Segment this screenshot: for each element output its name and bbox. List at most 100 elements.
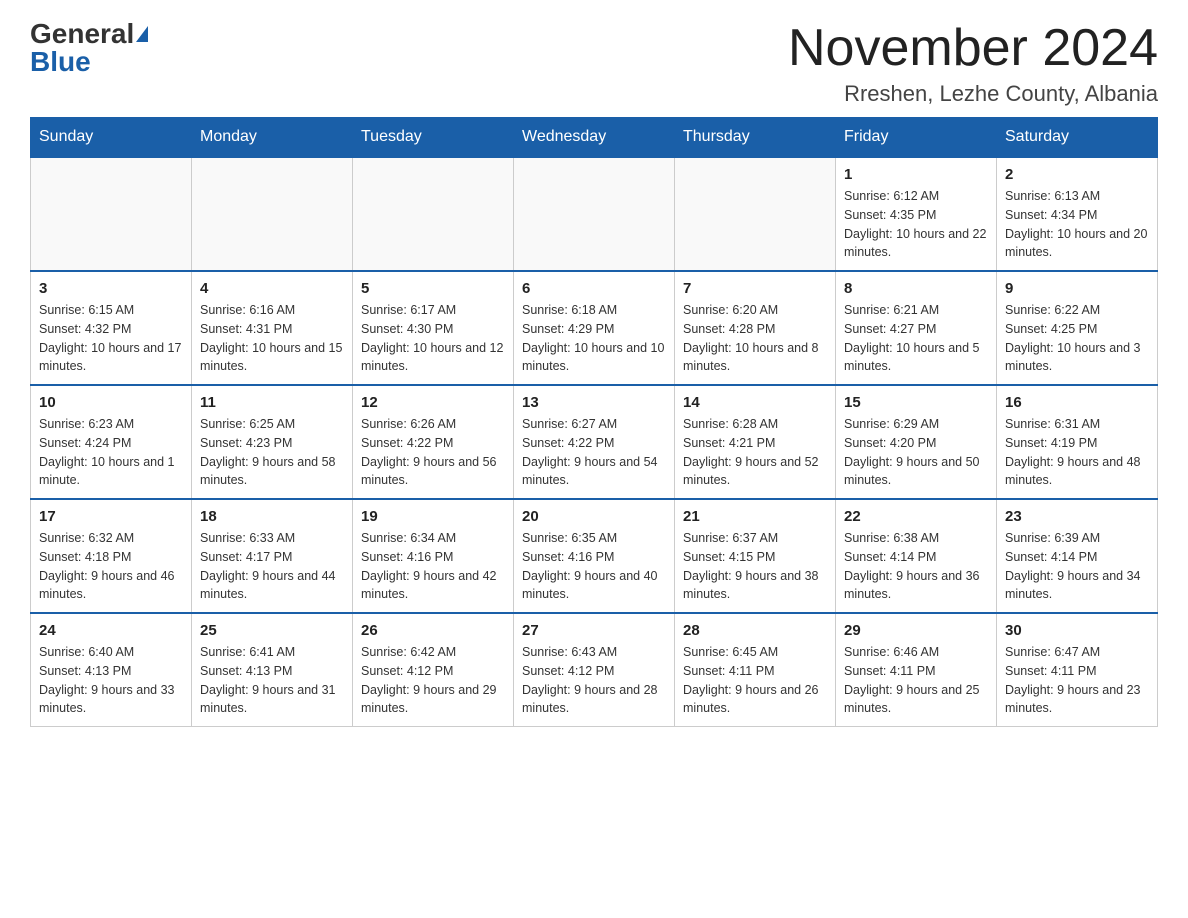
day-number: 7 bbox=[683, 280, 827, 297]
weekday-header-wednesday: Wednesday bbox=[514, 118, 675, 158]
day-number: 14 bbox=[683, 394, 827, 411]
day-number: 26 bbox=[361, 622, 505, 639]
calendar-cell: 24 Sunrise: 6:40 AMSunset: 4:13 PMDayligh… bbox=[31, 613, 192, 727]
day-info: Sunrise: 6:18 AMSunset: 4:29 PMDaylight:… bbox=[522, 301, 666, 376]
calendar-cell: 26 Sunrise: 6:42 AMSunset: 4:12 PMDayligh… bbox=[353, 613, 514, 727]
calendar-week-row: 24 Sunrise: 6:40 AMSunset: 4:13 PMDayligh… bbox=[31, 613, 1158, 727]
calendar-cell: 28Sunrise: 6:45 AMSunset: 4:11 PMDayligh… bbox=[675, 613, 836, 727]
day-info: Sunrise: 6:29 AMSunset: 4:20 PMDaylight:… bbox=[844, 415, 988, 490]
calendar-cell: 5 Sunrise: 6:17 AMSunset: 4:30 PMDaylight… bbox=[353, 271, 514, 385]
calendar-cell: 8 Sunrise: 6:21 AMSunset: 4:27 PMDaylight… bbox=[836, 271, 997, 385]
day-info: Sunrise: 6:39 AMSunset: 4:14 PMDaylight:… bbox=[1005, 529, 1149, 604]
day-number: 17 bbox=[39, 508, 183, 525]
logo-triangle-icon bbox=[136, 26, 148, 42]
calendar-cell: 10 Sunrise: 6:23 AMSunset: 4:24 PMDayligh… bbox=[31, 385, 192, 499]
calendar-cell: 2 Sunrise: 6:13 AMSunset: 4:34 PMDaylight… bbox=[997, 157, 1158, 271]
calendar-cell: 21 Sunrise: 6:37 AMSunset: 4:15 PMDayligh… bbox=[675, 499, 836, 613]
day-number: 11 bbox=[200, 394, 344, 411]
day-info: Sunrise: 6:20 AMSunset: 4:28 PMDaylight:… bbox=[683, 301, 827, 376]
day-number: 10 bbox=[39, 394, 183, 411]
day-info: Sunrise: 6:33 AMSunset: 4:17 PMDaylight:… bbox=[200, 529, 344, 604]
calendar-cell: 6Sunrise: 6:18 AMSunset: 4:29 PMDaylight… bbox=[514, 271, 675, 385]
weekday-header-saturday: Saturday bbox=[997, 118, 1158, 158]
day-number: 29 bbox=[844, 622, 988, 639]
weekday-header-thursday: Thursday bbox=[675, 118, 836, 158]
calendar-cell bbox=[353, 157, 514, 271]
day-info: Sunrise: 6:23 AMSunset: 4:24 PMDaylight:… bbox=[39, 415, 183, 490]
day-info: Sunrise: 6:27 AMSunset: 4:22 PMDaylight:… bbox=[522, 415, 666, 490]
calendar-cell bbox=[192, 157, 353, 271]
day-number: 5 bbox=[361, 280, 505, 297]
calendar-cell: 4Sunrise: 6:16 AMSunset: 4:31 PMDaylight… bbox=[192, 271, 353, 385]
day-info: Sunrise: 6:43 AMSunset: 4:12 PMDaylight:… bbox=[522, 643, 666, 718]
day-info: Sunrise: 6:46 AMSunset: 4:11 PMDaylight:… bbox=[844, 643, 988, 718]
weekday-header-tuesday: Tuesday bbox=[353, 118, 514, 158]
weekday-header-monday: Monday bbox=[192, 118, 353, 158]
day-info: Sunrise: 6:31 AMSunset: 4:19 PMDaylight:… bbox=[1005, 415, 1149, 490]
calendar-cell: 30Sunrise: 6:47 AMSunset: 4:11 PMDayligh… bbox=[997, 613, 1158, 727]
day-number: 16 bbox=[1005, 394, 1149, 411]
calendar-cell: 29 Sunrise: 6:46 AMSunset: 4:11 PMDayligh… bbox=[836, 613, 997, 727]
calendar-cell: 18 Sunrise: 6:33 AMSunset: 4:17 PMDayligh… bbox=[192, 499, 353, 613]
calendar-cell: 7 Sunrise: 6:20 AMSunset: 4:28 PMDaylight… bbox=[675, 271, 836, 385]
day-number: 3 bbox=[39, 280, 183, 297]
day-info: Sunrise: 6:42 AMSunset: 4:12 PMDaylight:… bbox=[361, 643, 505, 718]
day-number: 23 bbox=[1005, 508, 1149, 525]
calendar-week-row: 17 Sunrise: 6:32 AMSunset: 4:18 PMDayligh… bbox=[31, 499, 1158, 613]
weekday-header-sunday: Sunday bbox=[31, 118, 192, 158]
calendar-cell: 13Sunrise: 6:27 AMSunset: 4:22 PMDayligh… bbox=[514, 385, 675, 499]
day-number: 25 bbox=[200, 622, 344, 639]
day-info: Sunrise: 6:13 AMSunset: 4:34 PMDaylight:… bbox=[1005, 187, 1149, 262]
day-number: 8 bbox=[844, 280, 988, 297]
day-info: Sunrise: 6:25 AMSunset: 4:23 PMDaylight:… bbox=[200, 415, 344, 490]
page-header: General Blue November 2024 Rreshen, Lezh… bbox=[30, 20, 1158, 107]
calendar-cell: 19 Sunrise: 6:34 AMSunset: 4:16 PMDayligh… bbox=[353, 499, 514, 613]
calendar-cell: 12 Sunrise: 6:26 AMSunset: 4:22 PMDayligh… bbox=[353, 385, 514, 499]
day-info: Sunrise: 6:21 AMSunset: 4:27 PMDaylight:… bbox=[844, 301, 988, 376]
day-info: Sunrise: 6:34 AMSunset: 4:16 PMDaylight:… bbox=[361, 529, 505, 604]
calendar-week-row: 10 Sunrise: 6:23 AMSunset: 4:24 PMDayligh… bbox=[31, 385, 1158, 499]
calendar-cell: 17 Sunrise: 6:32 AMSunset: 4:18 PMDayligh… bbox=[31, 499, 192, 613]
day-info: Sunrise: 6:26 AMSunset: 4:22 PMDaylight:… bbox=[361, 415, 505, 490]
calendar-cell: 25 Sunrise: 6:41 AMSunset: 4:13 PMDayligh… bbox=[192, 613, 353, 727]
day-number: 19 bbox=[361, 508, 505, 525]
day-number: 22 bbox=[844, 508, 988, 525]
day-number: 27 bbox=[522, 622, 666, 639]
day-info: Sunrise: 6:40 AMSunset: 4:13 PMDaylight:… bbox=[39, 643, 183, 718]
day-info: Sunrise: 6:32 AMSunset: 4:18 PMDaylight:… bbox=[39, 529, 183, 604]
calendar-cell bbox=[31, 157, 192, 271]
calendar-cell: 27 Sunrise: 6:43 AMSunset: 4:12 PMDayligh… bbox=[514, 613, 675, 727]
day-info: Sunrise: 6:17 AMSunset: 4:30 PMDaylight:… bbox=[361, 301, 505, 376]
day-number: 24 bbox=[39, 622, 183, 639]
calendar-week-row: 3 Sunrise: 6:15 AMSunset: 4:32 PMDaylight… bbox=[31, 271, 1158, 385]
location-title: Rreshen, Lezhe County, Albania bbox=[788, 81, 1158, 107]
day-number: 2 bbox=[1005, 166, 1149, 183]
day-number: 9 bbox=[1005, 280, 1149, 297]
day-info: Sunrise: 6:28 AMSunset: 4:21 PMDaylight:… bbox=[683, 415, 827, 490]
calendar-cell: 11 Sunrise: 6:25 AMSunset: 4:23 PMDayligh… bbox=[192, 385, 353, 499]
day-info: Sunrise: 6:45 AMSunset: 4:11 PMDaylight:… bbox=[683, 643, 827, 718]
calendar-cell: 22Sunrise: 6:38 AMSunset: 4:14 PMDayligh… bbox=[836, 499, 997, 613]
month-title: November 2024 bbox=[788, 20, 1158, 77]
day-number: 30 bbox=[1005, 622, 1149, 639]
day-number: 18 bbox=[200, 508, 344, 525]
day-number: 21 bbox=[683, 508, 827, 525]
day-info: Sunrise: 6:37 AMSunset: 4:15 PMDaylight:… bbox=[683, 529, 827, 604]
day-info: Sunrise: 6:15 AMSunset: 4:32 PMDaylight:… bbox=[39, 301, 183, 376]
day-number: 20 bbox=[522, 508, 666, 525]
logo-blue-text: Blue bbox=[30, 46, 91, 77]
day-info: Sunrise: 6:41 AMSunset: 4:13 PMDaylight:… bbox=[200, 643, 344, 718]
calendar-header-row: SundayMondayTuesdayWednesdayThursdayFrid… bbox=[31, 118, 1158, 158]
calendar-table: SundayMondayTuesdayWednesdayThursdayFrid… bbox=[30, 117, 1158, 727]
day-info: Sunrise: 6:16 AMSunset: 4:31 PMDaylight:… bbox=[200, 301, 344, 376]
calendar-cell: 20 Sunrise: 6:35 AMSunset: 4:16 PMDayligh… bbox=[514, 499, 675, 613]
calendar-cell: 16 Sunrise: 6:31 AMSunset: 4:19 PMDayligh… bbox=[997, 385, 1158, 499]
day-number: 1 bbox=[844, 166, 988, 183]
day-number: 15 bbox=[844, 394, 988, 411]
day-number: 12 bbox=[361, 394, 505, 411]
calendar-week-row: 1Sunrise: 6:12 AMSunset: 4:35 PMDaylight… bbox=[31, 157, 1158, 271]
day-info: Sunrise: 6:35 AMSunset: 4:16 PMDaylight:… bbox=[522, 529, 666, 604]
calendar-cell: 3 Sunrise: 6:15 AMSunset: 4:32 PMDaylight… bbox=[31, 271, 192, 385]
day-info: Sunrise: 6:22 AMSunset: 4:25 PMDaylight:… bbox=[1005, 301, 1149, 376]
calendar-cell bbox=[675, 157, 836, 271]
